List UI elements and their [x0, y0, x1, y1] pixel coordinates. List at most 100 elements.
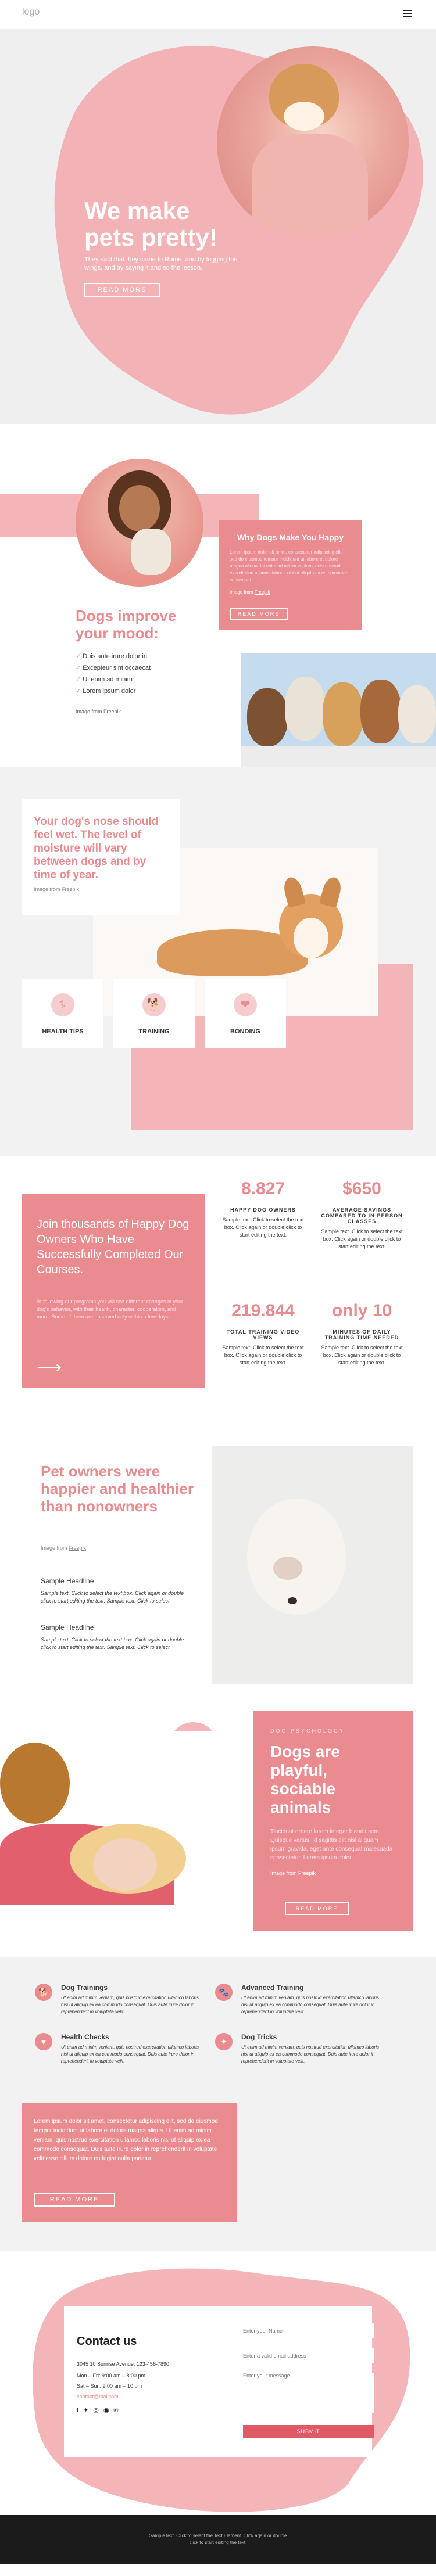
- kicker: DOG PSYCHOLOGY: [270, 1728, 345, 1734]
- message-field[interactable]: [243, 2373, 374, 2413]
- check-icon: ✓: [76, 676, 83, 683]
- tile-label: HEALTH TIPS: [42, 1028, 84, 1035]
- card-read-more-button[interactable]: READ MORE: [230, 608, 288, 620]
- panel-text: Lorem ipsum dolor sit amet, consectetur …: [34, 2118, 218, 2162]
- owners-credit: Image from Freepik: [41, 1545, 87, 1551]
- bone-icon: ✦: [215, 2033, 233, 2050]
- join-title: Join thousands of Happy Dog Owners Who H…: [37, 1218, 190, 1276]
- panel-read-more-button[interactable]: READ MORE: [34, 2193, 115, 2207]
- pinterest-icon[interactable]: ℗: [114, 2407, 123, 2414]
- hero-read-more-button[interactable]: READ MORE: [84, 283, 160, 297]
- stat-text: Sample text. Click to select the text bo…: [321, 1345, 403, 1366]
- stat-item: only 10 MINUTES OF DAILY TRAINING TIME N…: [320, 1301, 404, 1367]
- tile-bonding[interactable]: ❤ BONDING: [205, 979, 286, 1048]
- contact-address: 3045 10 Sunrise Avenue, 123-456-7890: [77, 2361, 169, 2367]
- dog-icon: 🐕: [35, 1984, 52, 2001]
- image-credit: Image from Freepik: [76, 709, 121, 714]
- pet-owners-section: Pet owners were happier and healthier th…: [0, 1429, 436, 1696]
- card-credit: Image from Freepik: [230, 590, 270, 595]
- check-icon: ✓: [76, 688, 83, 695]
- freepik-link[interactable]: Freepik: [255, 590, 270, 595]
- freepik-link[interactable]: Freepik: [69, 1545, 86, 1551]
- social-icons: f✦◎◉℗: [77, 2406, 123, 2414]
- stat-item: 8.827 HAPPY DOG OWNERS Sample text. Clic…: [221, 1179, 305, 1239]
- freepik-link[interactable]: Freepik: [103, 709, 121, 714]
- dog-training-icon: 🐕: [142, 993, 166, 1016]
- freepik-link[interactable]: Freepik: [62, 886, 79, 892]
- contact-hours: Sat – Sun: 9:00 am – 10 pm: [77, 2383, 142, 2389]
- paw-icon: 🐾: [215, 1984, 233, 2001]
- bonding-icon: ❤: [234, 993, 257, 1016]
- stat-label: MINUTES OF DAILY TRAINING TIME NEEDED: [324, 1329, 399, 1341]
- tile-label: TRAINING: [138, 1028, 170, 1035]
- dribbble-icon[interactable]: ◉: [103, 2407, 114, 2414]
- submit-button[interactable]: SUBMIT: [243, 2425, 374, 2438]
- hero-section: We make pets pretty! They said that they…: [0, 29, 436, 424]
- psychology-text: Tincidunt ornare lorem integer blandit s…: [270, 1828, 393, 1861]
- contact-section: Contact us 3045 10 Sunrise Avenue, 123-4…: [0, 2251, 436, 2515]
- check-icon: ✓: [76, 664, 83, 671]
- stat-text: Sample text. Click to select the text bo…: [222, 1217, 304, 1238]
- psychology-read-more-button[interactable]: READ MORE: [285, 1902, 349, 1915]
- stat-label: TOTAL TRAINING VIDEO VIEWS: [226, 1329, 300, 1341]
- white-dog-photo: [212, 1446, 413, 1684]
- service-title: Dog Tricks: [241, 2033, 277, 2041]
- check-icon: ✓: [76, 653, 83, 660]
- list-item: ✓ Lorem ipsum dolor: [76, 688, 136, 695]
- psychology-title: Dogs are playful, sociable animals: [270, 1743, 340, 1816]
- service-title: Advanced Training: [241, 1984, 304, 1992]
- service-text: Ut enim ad minim veniam, quis nostrud ex…: [61, 2045, 199, 2064]
- tile-label: BONDING: [230, 1028, 260, 1035]
- stats-section: Join thousands of Happy Dog Owners Who H…: [0, 1156, 436, 1429]
- nose-quote: Your dog's nose should feel wet. The lev…: [34, 815, 159, 881]
- stat-value: 219.844: [231, 1301, 295, 1320]
- item-text: Sample text. Click to select the text bo…: [41, 1590, 184, 1604]
- instagram-icon[interactable]: ◎: [93, 2407, 103, 2414]
- facebook-icon[interactable]: f: [77, 2407, 83, 2414]
- service-text: Ut enim ad minim veniam, quis nostrud ex…: [61, 1995, 199, 2014]
- services-section: 🐕 Dog Trainings Ut enim ad minim veniam,…: [0, 1957, 436, 2251]
- group-of-dogs-photo: [241, 653, 436, 767]
- stat-text: Sample text. Click to select the text bo…: [321, 1228, 403, 1249]
- tile-training[interactable]: 🐕 TRAINING: [113, 979, 195, 1048]
- item-text: Sample text. Click to select the text bo…: [41, 1637, 184, 1650]
- hero-photo-woman-holding-corgi: [217, 46, 409, 238]
- card-title: Why Dogs Make You Happy: [237, 533, 344, 542]
- stethoscope-icon: ⚕: [51, 993, 74, 1016]
- stat-item: $650 AVERAGE SAVINGS COMPARED TO IN-PERS…: [320, 1179, 404, 1251]
- email-field[interactable]: [243, 2348, 374, 2363]
- owners-item: Sample Headline Sample text. Click to se…: [41, 1623, 192, 1651]
- heart-icon: ♥: [35, 2033, 52, 2050]
- woman-with-pomeranian-photo: [0, 1731, 250, 1905]
- services-pink-panel: Lorem ipsum dolor sit amet, consectetur …: [22, 2103, 237, 2222]
- stat-label: AVERAGE SAVINGS COMPARED TO IN-PERSON CL…: [321, 1207, 403, 1224]
- service-title: Health Checks: [61, 2033, 109, 2041]
- dogs-mood-section: Dogs improve your mood: ✓ Duis aute irur…: [0, 424, 436, 767]
- nose-credit: Image from Freepik: [34, 886, 80, 892]
- service-title: Dog Trainings: [61, 1984, 108, 1992]
- smiling-woman-with-dog-photo: [76, 459, 203, 587]
- footer-text: click to start editing the text.: [189, 2540, 247, 2545]
- stat-value: 8.827: [241, 1179, 285, 1198]
- arrow-right-icon[interactable]: ⟶: [37, 1359, 62, 1377]
- list-item: ✓ Duis aute irure dolor in: [76, 653, 147, 660]
- item-headline: Sample Headline: [41, 1577, 94, 1585]
- stat-text: Sample text. Click to select the text bo…: [222, 1345, 304, 1366]
- nose-quote-card: Your dog's nose should feel wet. The lev…: [22, 799, 180, 915]
- hamburger-icon[interactable]: [403, 9, 412, 17]
- why-dogs-card: Why Dogs Make You Happy Lorem ipsum dolo…: [219, 520, 362, 630]
- contact-email-link[interactable]: contact@mailcom: [77, 2394, 119, 2399]
- twitter-icon[interactable]: ✦: [83, 2407, 93, 2414]
- mood-list: ✓ Duis aute irure dolor in ✓ Excepteur s…: [76, 651, 151, 697]
- stat-value: $650: [342, 1179, 381, 1198]
- freepik-link[interactable]: Freepik: [298, 1870, 316, 1876]
- logo[interactable]: logo: [22, 7, 40, 17]
- hero-subtitle: They said that they came to Rome, and by…: [84, 256, 238, 271]
- site-footer: Sample text. Click to select the Text El…: [0, 2515, 436, 2564]
- tile-health-tips[interactable]: ⚕ HEALTH TIPS: [22, 979, 103, 1048]
- name-field[interactable]: [243, 2323, 374, 2338]
- contact-title: Contact us: [77, 2335, 137, 2348]
- join-text: At following our programs you will see d…: [37, 1299, 183, 1320]
- join-card: Join thousands of Happy Dog Owners Who H…: [22, 1194, 205, 1388]
- dogs-mood-title: Dogs improve your mood:: [76, 607, 177, 642]
